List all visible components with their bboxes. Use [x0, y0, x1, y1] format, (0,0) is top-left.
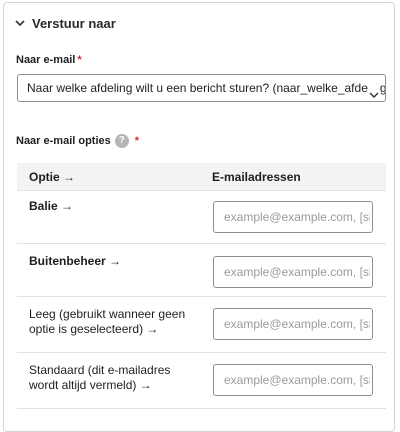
column-header-optie: Optie → [29, 169, 76, 184]
email-field-label: Naar e-mail * [16, 54, 82, 66]
send-to-panel: Verstuur naar Naar e-mail * Naar welke af… [3, 2, 395, 432]
email-input-buitenbeheer[interactable] [213, 256, 373, 288]
help-icon[interactable]: ? [114, 134, 129, 148]
row-label: Leeg (gebruikt wanneer geen optie is ges… [29, 307, 186, 336]
required-marker: * [134, 135, 140, 147]
table-row: Balie → [17, 191, 386, 244]
email-input-balie[interactable] [213, 201, 373, 233]
email-input-leeg[interactable] [213, 308, 373, 340]
row-label: Balie → [29, 199, 74, 213]
email-options-label-text: Naar e-mail opties [16, 135, 111, 147]
email-select-value: Naar welke afdeling wilt u een bericht s… [27, 81, 386, 95]
table-row: Buitenbeheer → [17, 244, 386, 297]
table-row: Standaard (dit e-mailadres wordt altijd … [17, 353, 386, 409]
table-header: Optie → E-mailadressen [17, 163, 386, 191]
table-row: Leeg (gebruikt wanneer geen optie is ges… [17, 297, 386, 353]
email-select[interactable]: Naar welke afdeling wilt u een bericht s… [17, 74, 386, 102]
chevron-down-icon [368, 83, 380, 98]
panel-title: Verstuur naar [32, 15, 116, 31]
email-options-table: Optie → E-mailadressen Balie → Buitenbeh… [17, 163, 386, 409]
email-input-standaard[interactable] [213, 364, 373, 396]
row-label: Standaard (dit e-mailadres wordt altijd … [29, 363, 171, 392]
send-to-panel-header[interactable]: Verstuur naar [4, 3, 394, 43]
chevron-down-icon [14, 17, 26, 29]
email-field-label-text: Naar e-mail [16, 54, 76, 66]
email-options-label: Naar e-mail opties ? * [16, 134, 139, 148]
column-header-email: E-mailadressen [212, 169, 301, 184]
row-label: Buitenbeheer → [29, 254, 122, 268]
required-marker: * [77, 54, 82, 66]
